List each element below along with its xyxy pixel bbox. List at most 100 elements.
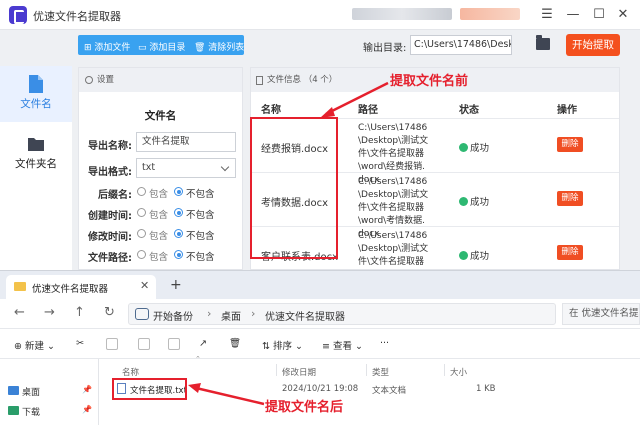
view-button[interactable]: ≡ 查看 ⌄ [322,338,363,352]
up-icon[interactable]: ↑ [74,305,85,320]
clear-list-button[interactable]: 🗑 清除列表 [194,40,244,53]
column-header-size[interactable]: 大小 [450,366,467,378]
chevron-right-icon: › [207,307,212,320]
close-tab-icon[interactable]: ✕ [140,279,149,292]
pin-icon: 📌 [82,405,92,414]
option-label: 文件路径: [88,253,132,264]
exclude-radio[interactable] [174,208,183,217]
start-extract-button[interactable]: 开始提取 [566,34,620,56]
add-dir-label: 添加目录 [149,43,186,53]
more-button[interactable]: ··· [380,338,389,349]
breadcrumb-item[interactable]: 优速文件名提取器 [265,308,345,323]
explorer-tab[interactable]: 优速文件名提取器 ✕ [6,275,156,299]
download-icon [8,406,19,415]
exclude-label: 不包含 [186,210,215,221]
maximize-icon[interactable]: ☐ [590,6,608,24]
browse-folder-icon[interactable] [536,35,550,50]
share-icon[interactable]: ↗ [199,338,207,349]
pane-divider[interactable] [98,359,99,425]
delete-button[interactable]: 删除 [557,191,583,206]
export-format-select[interactable]: txt [136,158,236,178]
nav-item-label: 桌面 [22,388,41,398]
include-radio[interactable] [137,187,146,196]
column-divider[interactable] [276,364,277,376]
sort-button[interactable]: ⇅ 排序 ⌄ [262,338,303,352]
cut-icon[interactable]: ✂ [76,338,84,349]
forward-icon[interactable]: → [44,305,55,320]
breadcrumb-item[interactable]: 开始备份 [153,308,193,323]
delete-button[interactable]: 删除 [557,137,583,152]
paste-icon[interactable] [138,338,150,350]
refresh-icon[interactable]: ↻ [104,305,115,320]
rename-icon[interactable] [168,338,180,350]
delete-button[interactable]: 删除 [557,245,583,260]
annotation-arrow-icon [320,81,389,118]
output-dir-label: 输出目录: [363,43,407,54]
settings-header-label: 设置 [97,75,115,85]
annotation-highlight-box-after [112,378,187,400]
sidebar-item-filename[interactable]: 文件名 [0,66,72,122]
back-icon[interactable]: ← [14,305,25,320]
column-header-name[interactable]: 名称 [122,366,139,378]
add-file-button[interactable]: ⊞ 添加文件 [84,40,130,53]
chevron-right-icon: › [251,307,256,320]
add-dir-button[interactable]: ▭ 添加目录 [138,40,185,53]
export-name-label: 导出名称: [88,141,132,152]
column-header-type[interactable]: 类型 [372,366,389,378]
column-divider[interactable] [444,364,445,376]
delete-icon[interactable]: 🗑 [229,338,241,349]
export-format-label: 导出格式: [88,167,132,178]
new-label: 新建 [24,341,44,352]
desktop-icon [8,386,19,395]
success-icon [459,251,468,260]
exclude-radio[interactable] [174,250,183,259]
settings-panel: 设置 文件名 导出名称: 文件名提取 导出格式: txt 后缀名: 包含 不包含… [78,67,243,270]
sidebar-item-foldername[interactable]: 文件夹名 [0,126,72,182]
file-type: 文本文档 [372,386,407,396]
pin-icon: 📌 [82,385,92,394]
exclude-radio[interactable] [174,229,183,238]
nav-item-label: 下载 [22,408,41,418]
column-divider[interactable] [366,364,367,376]
folder-icon [14,282,26,291]
promo-badge-blurred[interactable] [460,8,520,20]
status-cell: 成功 [459,194,489,208]
include-radio[interactable] [137,208,146,217]
output-dir-field[interactable]: C:\Users\17486\Deskto [410,35,512,55]
chevron-down-icon [220,162,230,172]
breadcrumb[interactable]: 开始备份 › 桌面 › 优速文件名提取器 [128,303,556,325]
status-cell: 成功 [459,140,489,154]
account-info-blurred [352,8,452,20]
include-radio[interactable] [137,229,146,238]
file-toolbar: ⊞ 添加文件 ▭ 添加目录 🗑 清除列表 [78,35,244,55]
annotation-before-label: 提取文件名前 [390,74,469,89]
new-tab-icon[interactable]: + [170,277,182,293]
exclude-label: 不包含 [186,189,215,200]
navigation-pane: 桌面 📌 下载 📌 [0,359,96,425]
file-icon [29,75,43,93]
minimize-icon[interactable]: — [564,6,582,24]
search-input[interactable]: 在 优速文件名提取器 中搜索 [562,303,640,325]
success-icon [459,143,468,152]
copy-icon[interactable] [106,338,118,350]
include-label: 包含 [149,252,169,263]
export-name-input[interactable]: 文件名提取 [136,132,236,152]
settings-header: 设置 [79,68,242,92]
exclude-radio[interactable] [174,187,183,196]
include-label: 包含 [149,231,169,242]
new-button[interactable]: ⊕ 新建 ⌄ [14,338,55,352]
app-logo-icon [9,6,27,24]
column-header-modified[interactable]: 修改日期 [282,366,316,378]
close-icon[interactable]: ✕ [614,6,632,24]
view-label: 查看 [332,341,352,352]
breadcrumb-item[interactable]: 桌面 [221,308,241,323]
annotation-arrow-icon [188,383,265,406]
chevron-up-icon[interactable]: ⌃ [195,355,201,363]
annotation-after-label: 提取文件名后 [265,400,344,415]
document-icon [256,76,263,85]
file-modified: 2024/10/21 19:08 [282,384,359,394]
include-label: 包含 [149,189,169,200]
include-radio[interactable] [137,250,146,259]
explorer-tab-bar: 优速文件名提取器 ✕ + [0,271,640,299]
menu-icon[interactable]: ☰ [538,6,556,24]
